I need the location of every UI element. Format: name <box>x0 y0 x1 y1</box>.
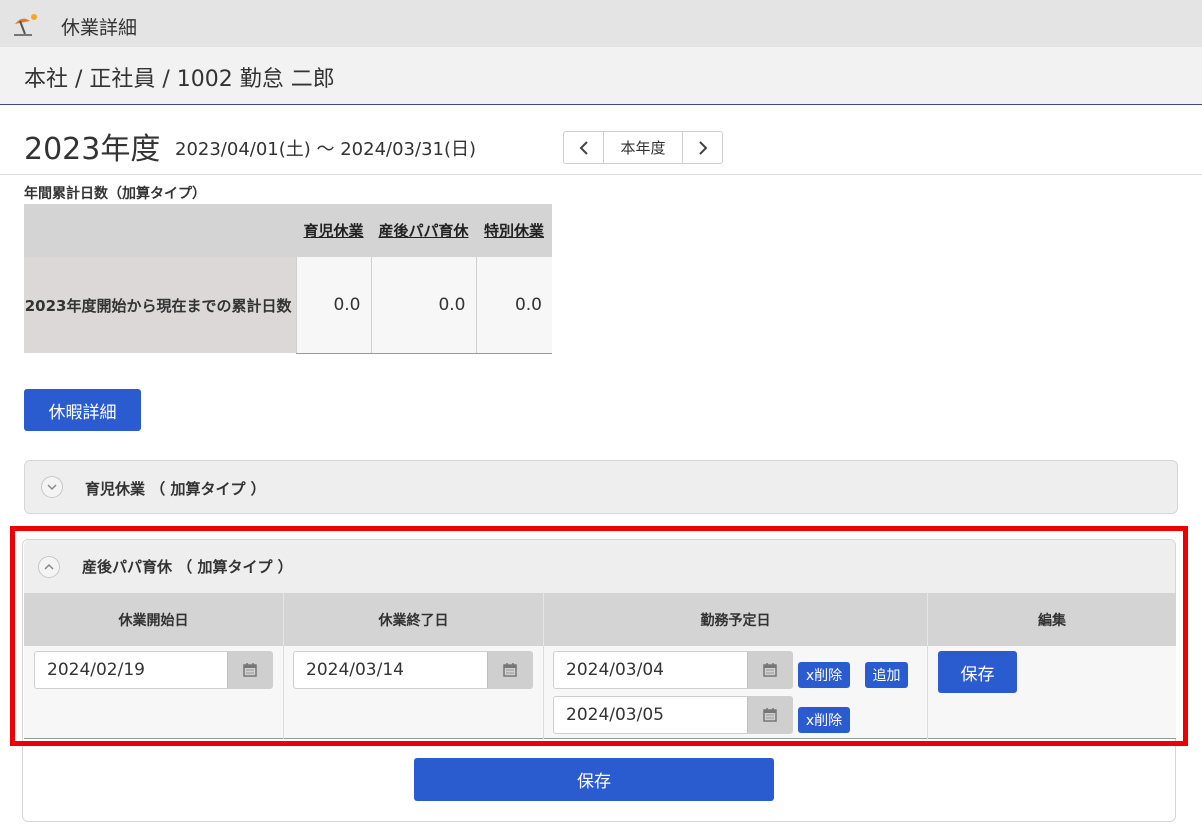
save-button[interactable]: 保存 <box>414 758 774 801</box>
beach-umbrella-icon <box>14 14 37 36</box>
column-header-papa-leave[interactable]: 産後パパ育休 <box>371 204 476 257</box>
value-special-leave: 0.0 <box>475 257 552 354</box>
accordion-childcare[interactable]: 育児休業 （ 加算タイプ ） <box>24 460 1178 514</box>
next-year-button[interactable] <box>683 132 722 163</box>
year-navigator: 本年度 <box>563 131 723 164</box>
breadcrumb-bar: 本社 / 正社員 / 1002 勤怠 二郎 <box>0 47 1202 105</box>
chevron-down-icon[interactable] <box>41 476 63 498</box>
divider <box>0 174 1202 175</box>
table-corner <box>24 204 296 257</box>
page-title: 休業詳細 <box>61 17 138 39</box>
fiscal-year-title: 2023年度 <box>24 132 161 167</box>
accordion-title: 育児休業 （ 加算タイプ ） <box>85 480 266 498</box>
title-bar: 休業詳細 <box>0 0 1202 47</box>
leave-detail-button[interactable]: 休暇詳細 <box>24 389 141 431</box>
column-header-special-leave[interactable]: 特別休業 <box>476 204 552 257</box>
row-header-cumulative: 2023年度開始から現在までの累計日数 <box>24 257 296 353</box>
annual-total-table: 育児休業 産後パパ育休 特別休業 2023年度開始から現在までの累計日数 0.0… <box>24 204 552 354</box>
prev-year-button[interactable] <box>564 132 603 163</box>
highlight-box <box>10 526 1188 746</box>
chevron-left-icon <box>579 140 588 155</box>
chevron-right-icon <box>698 140 707 155</box>
column-header-childcare[interactable]: 育児休業 <box>296 204 371 257</box>
value-papa-leave: 0.0 <box>370 257 476 354</box>
current-year-button[interactable]: 本年度 <box>603 132 683 163</box>
breadcrumb: 本社 / 正社員 / 1002 勤怠 二郎 <box>24 67 335 92</box>
value-childcare: 0.0 <box>295 257 371 354</box>
fiscal-year-range: 2023/04/01(土) ～ 2024/03/31(日) <box>175 139 477 160</box>
annual-total-label: 年間累計日数（加算タイプ） <box>24 186 206 202</box>
